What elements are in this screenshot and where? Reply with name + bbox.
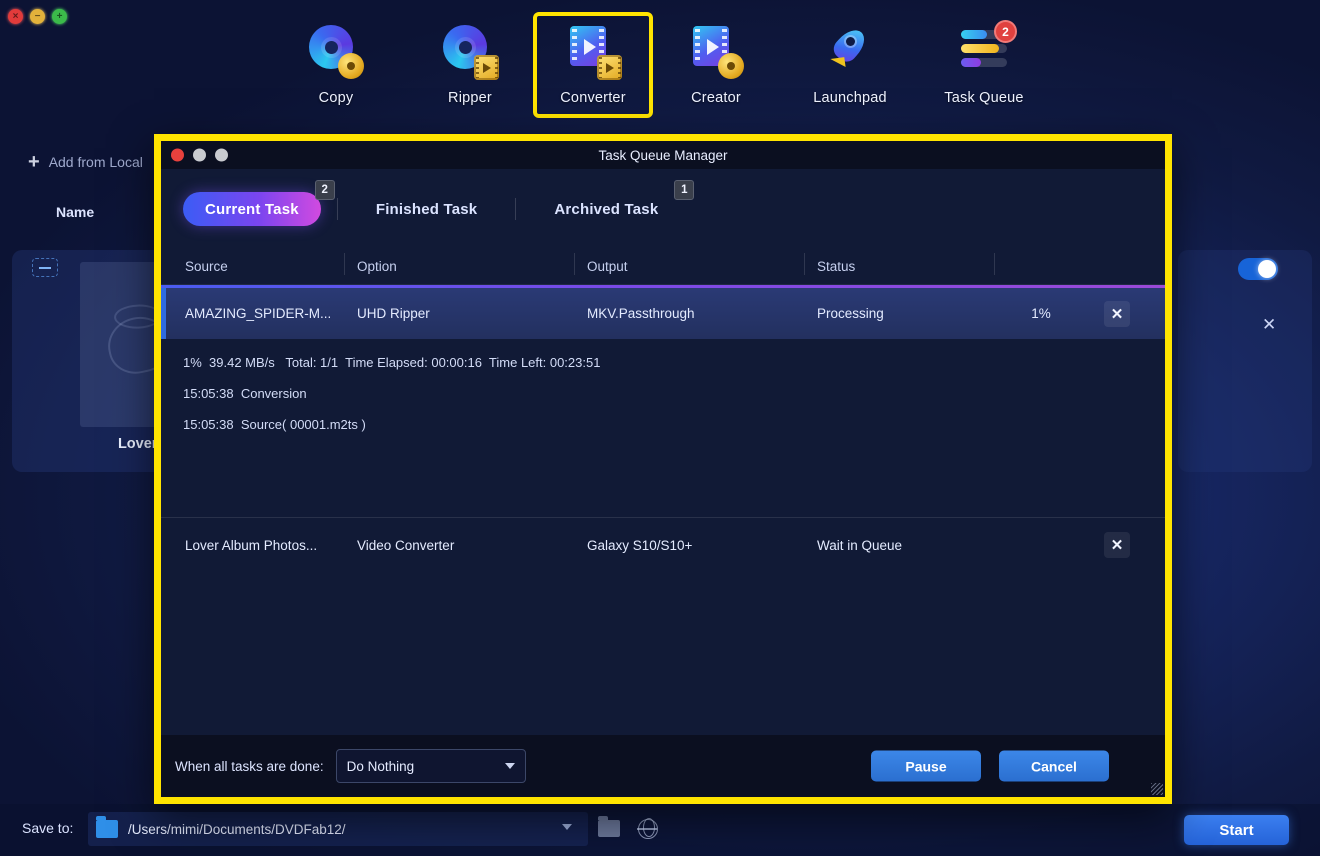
cell-output: Galaxy S10/S10+ [587,537,693,553]
log-line-progress: 1% 39.42 MB/s Total: 1/1 Time Elapsed: 0… [183,355,601,370]
toolbar-label-ripper: Ripper [448,90,492,106]
globe-icon[interactable] [637,818,658,839]
toolbar-item-launchpad[interactable]: Launchpad [783,22,917,106]
toolbar-item-creator[interactable]: Creator [649,22,783,106]
disc-copy-icon [307,22,365,80]
collapse-icon[interactable] [32,258,58,277]
tab-divider [515,198,517,220]
start-button[interactable]: Start [1184,815,1289,845]
add-from-local-label: Add from Local [48,154,143,170]
dialog-minimize-icon[interactable] [193,148,206,162]
folder-icon [96,816,118,838]
column-header-name: Name [56,204,95,220]
tab-current-task[interactable]: Current Task 2 [183,180,335,226]
cell-output: MKV.Passthrough [587,306,695,321]
rocket-icon [821,22,879,80]
dialog-title: Task Queue Manager [598,147,728,163]
task-list: AMAZING_SPIDER-M... UHD Ripper MKV.Passt… [161,285,1165,735]
dialog-footer: When all tasks are done: Do Nothing Paus… [161,735,1165,797]
film-converter-icon [564,22,622,80]
task-table-header: Source Option Output Status [161,249,1165,285]
row-enable-toggle[interactable] [1238,258,1278,280]
tab-archived-task[interactable]: Archived Task 1 [532,180,695,226]
browse-folder-icon[interactable] [598,816,620,837]
cancel-task-icon[interactable]: ✕ [1104,300,1130,327]
task-queue-badge: 2 [994,20,1017,43]
file-card-right-section [1178,250,1312,472]
cell-status: Wait in Queue [817,537,903,553]
column-header-status[interactable]: Status [805,253,995,275]
main-window-controls: × − + [8,9,67,24]
save-to-label: Save to: [22,820,74,836]
when-done-select[interactable]: Do Nothing [335,749,526,783]
tab-current-task-label: Current Task [205,200,299,218]
main-toolbar: Copy Ripper Converter Creator Launchpad … [0,0,1320,132]
toolbar-item-task-queue[interactable]: 2 Task Queue [917,20,1051,106]
toolbar-label-launchpad: Launchpad [813,90,887,106]
when-done-label: When all tasks are done: [175,758,324,774]
resize-grip[interactable] [1151,783,1163,795]
plus-icon: + [28,151,40,173]
dialog-titlebar: Task Queue Manager [161,141,1165,169]
dialog-close-icon[interactable] [171,148,184,162]
cancel-button[interactable]: Cancel [999,750,1109,782]
cell-status: Processing [817,306,884,321]
tab-current-task-badge: 2 [314,180,335,200]
when-done-value: Do Nothing [346,758,415,774]
column-header-output[interactable]: Output [575,253,805,275]
cell-option: Video Converter [357,537,455,553]
save-path-text: /Users/mimi/Documents/DVDFab12/ [128,821,346,837]
chevron-down-icon [504,763,515,769]
cell-source: AMAZING_SPIDER-M... [185,306,332,321]
task-queue-manager-dialog: Task Queue Manager Current Task 2 Finish… [154,134,1172,804]
tab-archived-task-label: Archived Task [554,200,659,218]
toolbar-label-task-queue: Task Queue [944,90,1024,106]
maximize-icon[interactable]: + [52,9,67,24]
column-header-source[interactable]: Source [175,253,345,275]
dialog-maximize-icon[interactable] [215,148,228,162]
pause-button[interactable]: Pause [871,750,981,782]
task-log: 1% 39.42 MB/s Total: 1/1 Time Elapsed: 0… [161,339,1165,517]
table-row[interactable]: AMAZING_SPIDER-M... UHD Ripper MKV.Passt… [161,285,1165,339]
toolbar-label-creator: Creator [691,90,741,106]
tab-finished-task-label: Finished Task [375,200,478,218]
toolbar-item-converter[interactable]: Converter [533,12,653,118]
dialog-body: Current Task 2 Finished Task Archived Ta… [161,169,1165,797]
tab-divider [336,198,338,220]
tab-archived-task-badge: 1 [674,180,695,200]
close-icon[interactable]: × [8,9,23,24]
add-from-local-button[interactable]: + Add from Local [28,152,143,172]
table-row[interactable]: Lover Album Photos... Video Converter Ga… [161,518,1165,572]
cell-option: UHD Ripper [357,306,430,321]
film-creator-icon [687,22,745,80]
save-path-field[interactable]: /Users/mimi/Documents/DVDFab12/ [88,812,588,846]
toolbar-label-copy: Copy [318,90,354,106]
row-remove-icon[interactable]: ✕ [1262,316,1276,333]
column-header-option[interactable]: Option [345,253,575,275]
toolbar-item-copy[interactable]: Copy [269,22,403,106]
log-line-conversion: 15:05:38 Conversion [183,386,307,401]
chevron-down-icon[interactable] [562,824,572,830]
toolbar-label-converter: Converter [560,90,626,106]
toolbar-item-ripper[interactable]: Ripper [403,22,537,106]
cell-source: Lover Album Photos... [185,537,318,553]
task-tabs: Current Task 2 Finished Task Archived Ta… [161,169,1165,249]
disc-ripper-icon [441,22,499,80]
cell-progress-percent: 1% [1031,306,1051,321]
main-bottom-bar: Save to: /Users/mimi/Documents/DVDFab12/ [0,804,1320,856]
dialog-window-controls [171,148,228,162]
task-queue-icon: 2 [955,20,1017,80]
tab-finished-task[interactable]: Finished Task [354,192,500,226]
minimize-icon[interactable]: − [30,9,45,24]
log-line-source: 15:05:38 Source( 00001.m2ts ) [183,417,366,432]
cancel-task-icon[interactable]: ✕ [1104,532,1130,558]
